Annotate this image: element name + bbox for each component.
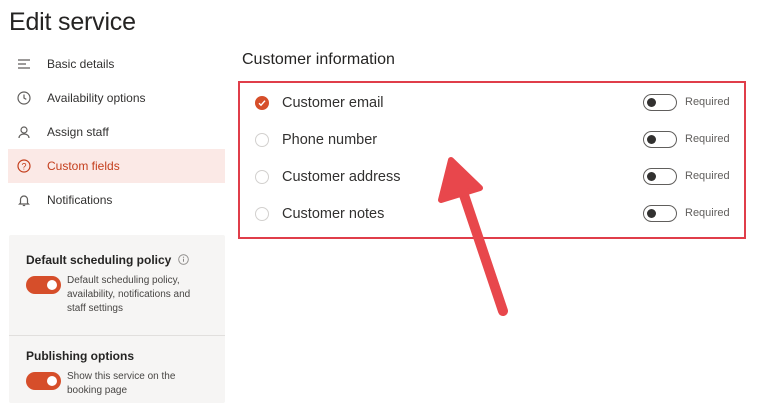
sidebar-item-label: Basic details	[47, 57, 115, 71]
sidebar-item-assign-staff[interactable]: Assign staff	[8, 115, 225, 149]
svg-text:?: ?	[21, 161, 26, 171]
policy-panel: Default scheduling policy Default schedu…	[9, 235, 225, 403]
publishing-toggle[interactable]	[26, 372, 61, 390]
sidebar-item-label: Assign staff	[47, 125, 109, 139]
field-checkbox[interactable]	[255, 170, 269, 184]
field-row-phone-number: Phone number Required	[255, 130, 735, 150]
customer-fields-highlight-box: Customer email Required Phone number Req…	[238, 81, 746, 239]
lines-icon	[16, 56, 32, 72]
sidebar-item-label: Notifications	[47, 193, 113, 207]
required-label: Required	[685, 170, 730, 182]
sidebar-item-label: Availability options	[47, 91, 146, 105]
field-row-customer-address: Customer address Required	[255, 167, 735, 187]
publishing-description: Show this service on the booking page	[67, 371, 176, 396]
required-label: Required	[685, 133, 730, 145]
publishing-options-title: Publishing options	[26, 348, 134, 363]
sidebar-item-notifications[interactable]: Notifications	[8, 183, 225, 217]
sidebar-item-label: Custom fields	[47, 159, 120, 173]
field-label: Customer email	[282, 95, 384, 111]
field-checkbox[interactable]	[255, 133, 269, 147]
field-label: Phone number	[282, 132, 378, 148]
required-toggle[interactable]	[643, 131, 677, 148]
publishing-options-section: Publishing options Show this service on …	[9, 335, 225, 398]
section-heading: Customer information	[242, 51, 395, 68]
sidebar-item-availability-options[interactable]: Availability options	[8, 81, 225, 115]
field-checkbox[interactable]	[255, 207, 269, 221]
clock-icon	[16, 90, 32, 106]
field-row-customer-email: Customer email Required	[255, 93, 735, 113]
field-label: Customer address	[282, 169, 401, 185]
page-title: Edit service	[9, 8, 136, 36]
required-toggle[interactable]	[643, 205, 677, 222]
sidebar-item-basic-details[interactable]: Basic details	[8, 47, 225, 81]
default-policy-title: Default scheduling policy	[26, 252, 172, 267]
default-policy-description: Default scheduling policy, availability,…	[67, 275, 191, 314]
sidebar-nav: Basic details Availability options Assig…	[8, 47, 225, 217]
sidebar-item-custom-fields[interactable]: ? Custom fields	[8, 149, 225, 183]
info-icon[interactable]	[178, 254, 190, 265]
bell-icon	[16, 192, 32, 208]
field-checkbox[interactable]	[255, 96, 269, 110]
required-label: Required	[685, 207, 730, 219]
required-label: Required	[685, 96, 730, 108]
field-row-customer-notes: Customer notes Required	[255, 204, 735, 224]
person-icon	[16, 124, 32, 140]
required-toggle[interactable]	[643, 168, 677, 185]
required-toggle[interactable]	[643, 94, 677, 111]
field-label: Customer notes	[282, 206, 385, 222]
default-scheduling-policy-section: Default scheduling policy Default schedu…	[9, 252, 225, 316]
question-circle-icon: ?	[16, 158, 32, 174]
default-policy-toggle[interactable]	[26, 276, 61, 294]
